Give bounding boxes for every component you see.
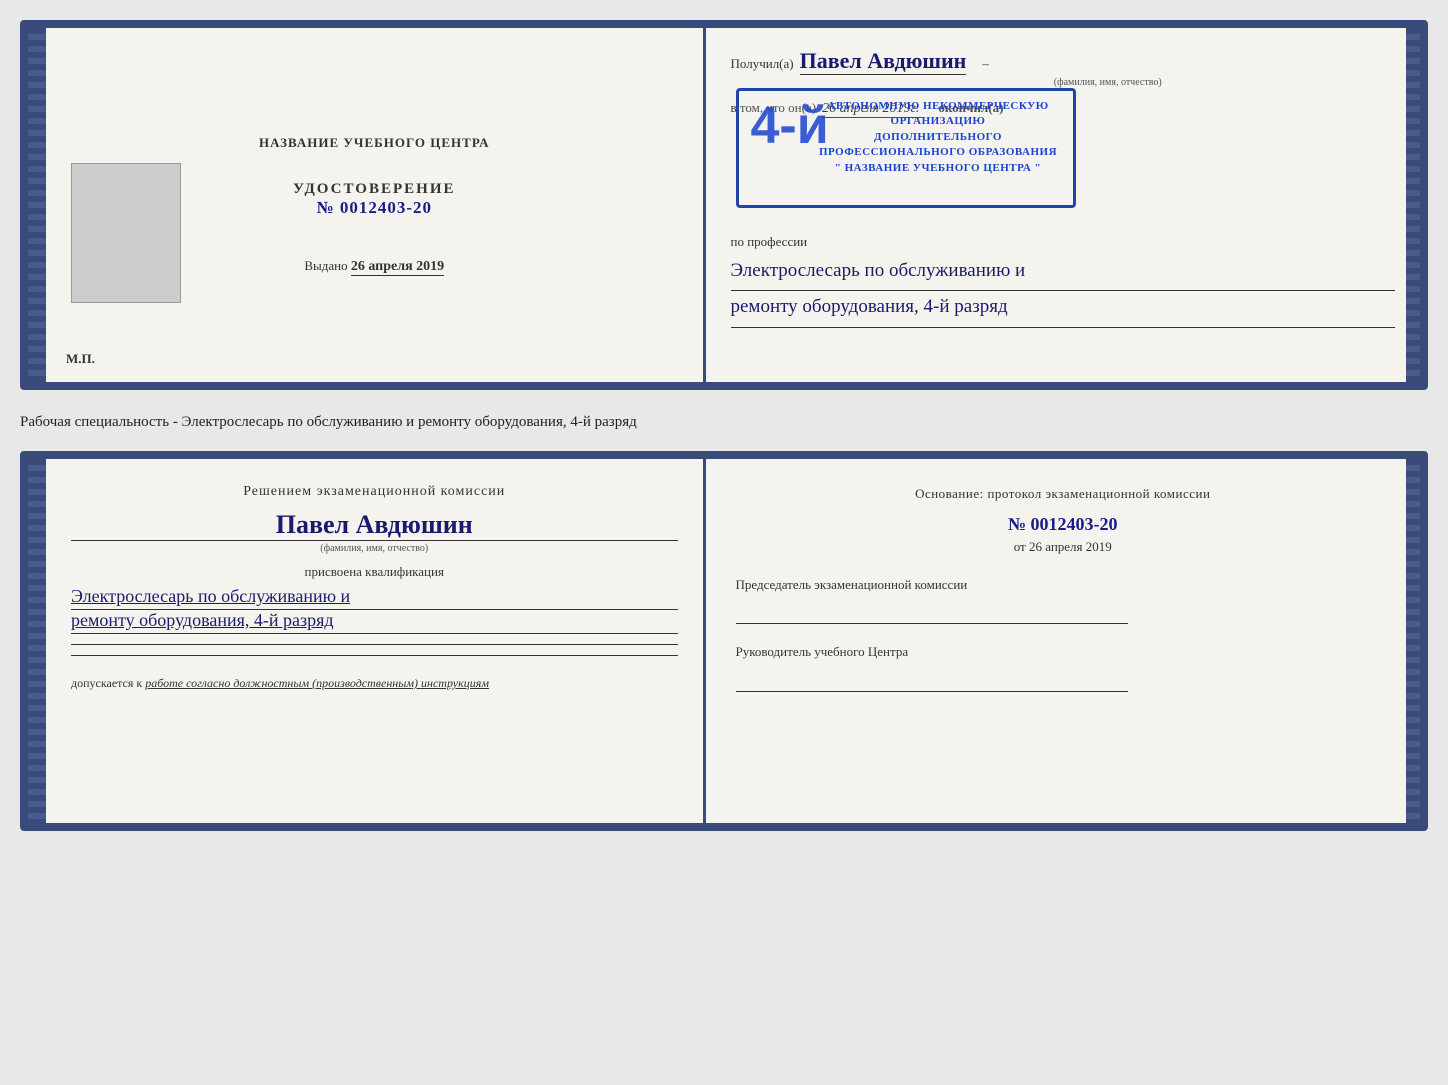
bottom-right-page: Основание: протокол экзаменационной коми… <box>706 459 1421 823</box>
prisvoena-label: присвоена квалификация <box>71 564 678 580</box>
osnovanie-text: Основание: протокол экзаменационной коми… <box>736 484 1391 504</box>
udostoverenie-label: УДОСТОВЕРЕНИЕ <box>293 181 456 198</box>
stamp-line3: " НАЗВАНИЕ УЧЕБНОГО ЦЕНТРА " <box>816 161 1061 176</box>
profession-section: по профессии Электрослесарь по обслужива… <box>731 233 1396 328</box>
po-professii-label: по профессии <box>731 234 808 249</box>
fio-label-top: (фамилия, имя, отчество) <box>821 77 1396 88</box>
dopuskaetsya-text: работе согласно должностным (производств… <box>145 676 489 690</box>
vtom-prefix: в том, что он(а) <box>731 100 817 116</box>
description-text: Рабочая специальность - Электрослесарь п… <box>20 414 637 430</box>
rukovoditel-signature-line <box>736 670 1129 692</box>
poluchil-name: Павел Авдюшин <box>800 48 967 75</box>
predsedatel-label: Председатель экзаменационной комиссии <box>736 575 1391 595</box>
mp-label: М.П. <box>66 351 95 367</box>
poluchil-line: Получил(а) Павел Авдюшин – <box>731 48 1396 75</box>
bottom-left-spine <box>28 459 46 823</box>
qual-line2: ремонту оборудования, 4-й разряд <box>71 610 678 634</box>
rukovoditel-label: Руководитель учебного Центра <box>736 642 1391 662</box>
vydano-date: 26 апреля 2019 <box>351 259 444 276</box>
ot-prefix: от <box>1014 539 1026 554</box>
udostoverenie-block: УДОСТОВЕРЕНИЕ № 0012403-20 <box>293 181 456 218</box>
bottom-fio-label: (фамилия, имя, отчество) <box>71 543 678 554</box>
photo-placeholder <box>71 163 181 303</box>
top-right-spine <box>1406 28 1420 382</box>
bottom-name: Павел Авдюшин <box>71 510 678 541</box>
page-wrapper: НАЗВАНИЕ УЧЕБНОГО ЦЕНТРА УДОСТОВЕРЕНИЕ №… <box>20 20 1428 831</box>
top-right-page: Получил(а) Павел Авдюшин – (фамилия, имя… <box>706 28 1421 382</box>
underline2 <box>71 655 678 656</box>
predsedatel-signature-line <box>736 602 1129 624</box>
top-left-page: НАЗВАНИЕ УЧЕБНОГО ЦЕНТРА УДОСТОВЕРЕНИЕ №… <box>46 28 706 382</box>
top-left-spine <box>28 28 46 382</box>
vydano-prefix: Выдано <box>304 258 347 273</box>
rukovoditel-block: Руководитель учебного Центра <box>736 642 1391 692</box>
bottom-document: Решением экзаменационной комиссии Павел … <box>20 451 1428 831</box>
underline1 <box>71 644 678 645</box>
protocol-number: № 0012403-20 <box>736 514 1391 535</box>
vtom-date: 26 апреля 2019г. <box>822 101 924 118</box>
poluchil-prefix: Получил(а) <box>731 56 794 72</box>
vtom-line: в том, что он(а) 26 апреля 2019г. окончи… <box>731 100 1396 118</box>
dopuskaetsya-prefix: допускается к <box>71 676 142 690</box>
predsedatel-block: Председатель экзаменационной комиссии <box>736 575 1391 625</box>
dopuskaetsya-line: допускается к работе согласно должностны… <box>71 676 678 691</box>
profession-line2: ремонту оборудования, 4-й разряд <box>731 291 1396 327</box>
description-line: Рабочая специальность - Электрослесарь п… <box>20 408 1428 433</box>
ot-date: 26 апреля 2019 <box>1029 539 1112 554</box>
top-left-title: НАЗВАНИЕ УЧЕБНОГО ЦЕНТРА <box>259 135 490 151</box>
okonchil-label: окончил(а) <box>938 100 1003 116</box>
top-document: НАЗВАНИЕ УЧЕБНОГО ЦЕНТРА УДОСТОВЕРЕНИЕ №… <box>20 20 1428 390</box>
stamp-line2: ДОПОЛНИТЕЛЬНОГО ПРОФЕССИОНАЛЬНОГО ОБРАЗО… <box>816 130 1061 161</box>
udostoverenie-number: № 0012403-20 <box>293 198 456 218</box>
resheniyem-title: Решением экзаменационной комиссии <box>71 484 678 500</box>
qual-line1: Электрослесарь по обслуживанию и <box>71 586 678 610</box>
ot-line: от 26 апреля 2019 <box>736 539 1391 555</box>
profession-line1: Электрослесарь по обслуживанию и <box>731 255 1396 291</box>
vydano-line: Выдано 26 апреля 2019 <box>304 258 444 276</box>
bottom-left-page: Решением экзаменационной комиссии Павел … <box>46 459 706 823</box>
bottom-right-spine <box>1406 459 1420 823</box>
